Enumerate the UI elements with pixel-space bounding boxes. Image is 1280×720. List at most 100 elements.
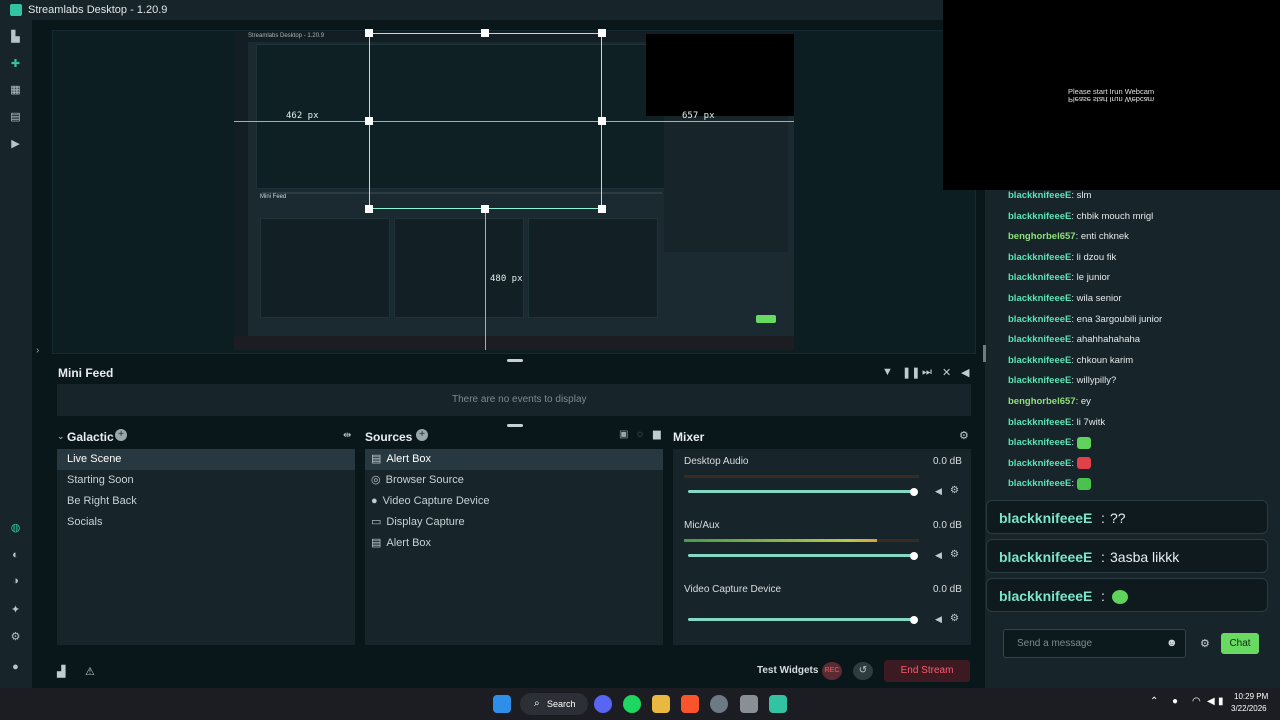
cloud-icon[interactable]: ◑ bbox=[9, 575, 22, 588]
volume-slider[interactable] bbox=[688, 618, 914, 621]
resize-handle[interactable] bbox=[598, 29, 606, 37]
layout-icon[interactable]: ◐ bbox=[9, 549, 22, 562]
chat-username[interactable]: blackknifeeeE bbox=[1008, 252, 1071, 263]
channel-settings-icon[interactable]: ⚙ bbox=[950, 549, 959, 560]
speaker-tray-icon[interactable]: ◀ bbox=[1207, 696, 1215, 707]
chat-send-button[interactable]: Chat bbox=[1221, 633, 1259, 654]
chat-username[interactable]: blackknifeeeE bbox=[1008, 437, 1071, 448]
clock-time[interactable]: 10:29 PM bbox=[1234, 692, 1268, 701]
filter-icon[interactable]: ▼ bbox=[882, 366, 893, 378]
editor-icon[interactable]: ▙ bbox=[9, 31, 22, 44]
chat-username[interactable]: blackknifeeeE bbox=[1008, 458, 1071, 469]
speaker-icon[interactable]: ◀ bbox=[935, 486, 942, 497]
streamlabs-taskbar-icon[interactable] bbox=[769, 695, 787, 713]
chat-username[interactable]: blackknifeeeE bbox=[1008, 211, 1071, 222]
source-item[interactable]: ▤ Alert Box bbox=[365, 449, 663, 470]
add-source-icon[interactable]: + bbox=[416, 429, 428, 441]
channel-settings-icon[interactable]: ⚙ bbox=[950, 613, 959, 624]
clock-date[interactable]: 3/22/2026 bbox=[1231, 704, 1267, 713]
chat-input[interactable]: Send a message ☻ bbox=[1003, 629, 1186, 658]
store-icon[interactable]: ▦ bbox=[9, 84, 22, 97]
notifications-icon[interactable]: ⚠ bbox=[85, 665, 95, 678]
chat-username[interactable]: blackknifeeeE bbox=[1008, 375, 1071, 386]
profile-icon[interactable]: ● bbox=[9, 661, 22, 674]
chat-username[interactable]: blackknifeeeE bbox=[1008, 417, 1071, 428]
scene-item[interactable]: Live Scene bbox=[57, 449, 355, 470]
wifi-icon[interactable]: ◠ bbox=[1192, 696, 1201, 707]
volume-slider-knob[interactable] bbox=[910, 616, 918, 624]
windows-start-icon[interactable] bbox=[493, 695, 511, 713]
pane-resize-handle[interactable] bbox=[983, 345, 986, 362]
chat-username[interactable]: benghorbel657 bbox=[1008, 231, 1076, 242]
taskbar-search[interactable]: ⌕ Search bbox=[520, 693, 588, 715]
speaker-icon[interactable]: ◀ bbox=[935, 550, 942, 561]
visibility-icon[interactable]: ◌ bbox=[637, 429, 643, 440]
source-item[interactable]: ◎ Browser Source bbox=[365, 470, 663, 491]
brave-browser-icon[interactable] bbox=[681, 695, 699, 713]
mute-alerts-icon[interactable]: ✕ bbox=[942, 366, 951, 379]
settings-app-icon[interactable] bbox=[710, 695, 728, 713]
chat-username[interactable]: blackknifeeeE bbox=[1008, 355, 1071, 366]
source-item[interactable]: ● Video Capture Device bbox=[365, 491, 663, 512]
pause-icon[interactable]: ❚❚ bbox=[902, 366, 920, 379]
mixer-settings-icon[interactable]: ⚙ bbox=[959, 429, 969, 442]
themes-icon[interactable]: ✚ bbox=[9, 58, 22, 71]
add-group-icon[interactable]: ▣ bbox=[619, 429, 628, 440]
chat-username[interactable]: blackknifeeeE bbox=[1008, 314, 1071, 325]
end-stream-button[interactable]: End Stream bbox=[884, 660, 970, 682]
alert-box-icon: ▤ bbox=[371, 537, 382, 549]
discord-icon[interactable] bbox=[594, 695, 612, 713]
studio-mode-icon[interactable]: ◍ bbox=[9, 522, 22, 535]
volume-slider[interactable] bbox=[688, 490, 914, 493]
volume-slider-knob[interactable] bbox=[910, 488, 918, 496]
source-item[interactable]: ▤ Alert Box bbox=[365, 533, 663, 554]
record-button[interactable]: REC bbox=[822, 662, 842, 680]
channel-settings-icon[interactable]: ⚙ bbox=[950, 485, 959, 496]
scene-transition-icon[interactable]: ⇹ bbox=[343, 430, 351, 441]
stats-icon[interactable]: ▟ bbox=[57, 665, 65, 678]
resize-handle[interactable] bbox=[481, 29, 489, 37]
resize-handle[interactable] bbox=[481, 205, 489, 213]
chat-text: wila senior bbox=[1076, 292, 1122, 304]
settings-icon[interactable]: ⚙ bbox=[9, 631, 22, 644]
resize-handle[interactable] bbox=[365, 205, 373, 213]
tray-chevron-icon[interactable]: ⌃ bbox=[1150, 696, 1158, 707]
expand-arrow-icon[interactable]: › bbox=[36, 345, 39, 356]
volume-icon[interactable]: ◀ bbox=[961, 366, 969, 379]
skip-icon[interactable]: ⏭ bbox=[922, 366, 932, 379]
resize-handle[interactable] bbox=[598, 117, 606, 125]
chat-username[interactable]: blackknifeeeE bbox=[1008, 334, 1071, 345]
speaker-icon[interactable]: ◀ bbox=[935, 614, 942, 625]
resize-handle[interactable] bbox=[365, 117, 373, 125]
play-icon[interactable]: ▶ bbox=[9, 138, 22, 151]
resize-handle[interactable] bbox=[365, 29, 373, 37]
emoji-icon[interactable]: ☻ bbox=[1166, 637, 1178, 649]
add-scene-icon[interactable]: + bbox=[115, 429, 127, 441]
chat-username[interactable]: blackknifeeeE bbox=[1008, 293, 1071, 304]
spotify-icon[interactable] bbox=[623, 695, 641, 713]
volume-slider-knob[interactable] bbox=[910, 552, 918, 560]
replay-button[interactable]: ↺ bbox=[853, 662, 873, 680]
file-explorer-icon[interactable] bbox=[652, 695, 670, 713]
scene-collection-title[interactable]: Galactic bbox=[67, 430, 114, 444]
volume-slider[interactable] bbox=[688, 554, 914, 557]
chat-username[interactable]: benghorbel657 bbox=[1008, 396, 1076, 407]
scene-item[interactable]: Socials bbox=[57, 512, 355, 533]
battery-icon[interactable]: ▮ bbox=[1218, 696, 1224, 707]
apps-icon[interactable]: ▤ bbox=[9, 111, 22, 124]
resize-handle[interactable] bbox=[598, 205, 606, 213]
chat-username[interactable]: blackknifeeeE bbox=[1008, 478, 1071, 489]
chat-username[interactable]: blackknifeeeE bbox=[1008, 190, 1071, 201]
scene-item[interactable]: Starting Soon bbox=[57, 470, 355, 491]
app-icon[interactable] bbox=[740, 695, 758, 713]
chat-settings-icon[interactable]: ⚙ bbox=[1200, 637, 1210, 650]
effects-icon[interactable]: ✦ bbox=[9, 604, 22, 617]
left-nav: ▙ ✚ ▦ ▤ ▶ ◍ ◐ ◑ ✦ ⚙ ● bbox=[0, 20, 32, 688]
test-widgets-label[interactable]: Test Widgets bbox=[757, 665, 818, 676]
scene-item[interactable]: Be Right Back bbox=[57, 491, 355, 512]
chat-username[interactable]: blackknifeeeE bbox=[1008, 272, 1071, 283]
folder-icon[interactable]: ▆ bbox=[653, 429, 661, 440]
microphone-icon[interactable]: ● bbox=[1172, 696, 1178, 707]
collection-chevron-icon[interactable]: ⌄ bbox=[57, 431, 65, 442]
source-item[interactable]: ▭ Display Capture bbox=[365, 512, 663, 533]
